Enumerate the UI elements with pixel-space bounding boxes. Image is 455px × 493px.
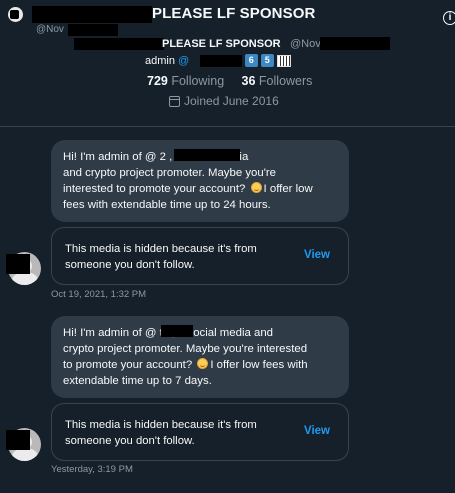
redaction-bio-mention <box>200 55 242 67</box>
message-line: Hi! I'm admin of @ ts , a social media a… <box>63 327 273 339</box>
smile-emoji-icon <box>197 358 209 369</box>
badge-five-icon: 5 <box>260 54 274 67</box>
followers-link[interactable]: 36 Followers <box>242 74 313 88</box>
message-timestamp: Oct 19, 2021, 1:32 PM <box>51 289 147 300</box>
redaction-avatar <box>6 430 30 450</box>
bio-prefix: admin <box>145 54 175 67</box>
redaction-profile-name <box>74 38 164 50</box>
header-handle: @Nov <box>36 24 64 35</box>
smile-emoji-icon <box>250 182 262 193</box>
header-title: PLEASE LF SPONSOR <box>152 5 316 22</box>
redaction-mention <box>161 325 193 337</box>
message-timestamp: Yesterday, 3:19 PM <box>51 464 133 475</box>
info-icon[interactable]: i <box>443 11 455 25</box>
message-line: fees with extendable time up to 24 hours… <box>63 199 271 211</box>
redaction-profile-handle <box>320 37 390 50</box>
message-line: crypto project promoter. Maybe you're in… <box>63 343 308 355</box>
hidden-media-card: This media is hidden because it's from s… <box>51 403 349 461</box>
piano-icon <box>276 54 291 67</box>
following-link[interactable]: 729 Following <box>147 74 224 88</box>
joined-date: Joined June 2016 <box>169 94 279 108</box>
calendar-icon <box>169 95 180 107</box>
follow-stats: 729 Following 36 Followers <box>147 74 312 88</box>
view-media-button[interactable]: View <box>304 425 330 437</box>
profile-handle[interactable]: @Nov <box>290 38 321 50</box>
hidden-media-text: This media is hidden because it's from s… <box>65 243 257 271</box>
badge-six-icon: 6 <box>244 54 258 67</box>
divider <box>0 126 455 127</box>
header-avatar[interactable] <box>8 7 23 22</box>
message-line: extendable time up to 7 days. <box>63 375 212 387</box>
message-line: to promote your account? I offer low fee… <box>63 358 308 371</box>
message-bubble[interactable]: Hi! I'm admin of @ ts , a social media a… <box>51 316 349 398</box>
redaction-header-handle <box>68 24 118 36</box>
redaction-mention <box>174 149 240 161</box>
hidden-media-card: This media is hidden because it's from s… <box>51 227 349 285</box>
redaction-avatar <box>6 254 30 274</box>
view-media-button[interactable]: View <box>304 249 330 261</box>
redaction-header-name <box>32 6 152 23</box>
hidden-media-text: This media is hidden because it's from s… <box>65 419 257 447</box>
message-line: interested to promote your account? I of… <box>63 182 313 195</box>
message-line: and crypto project promoter. Maybe you'r… <box>63 167 277 179</box>
profile-display-name: PLEASE LF SPONSOR <box>162 38 281 50</box>
